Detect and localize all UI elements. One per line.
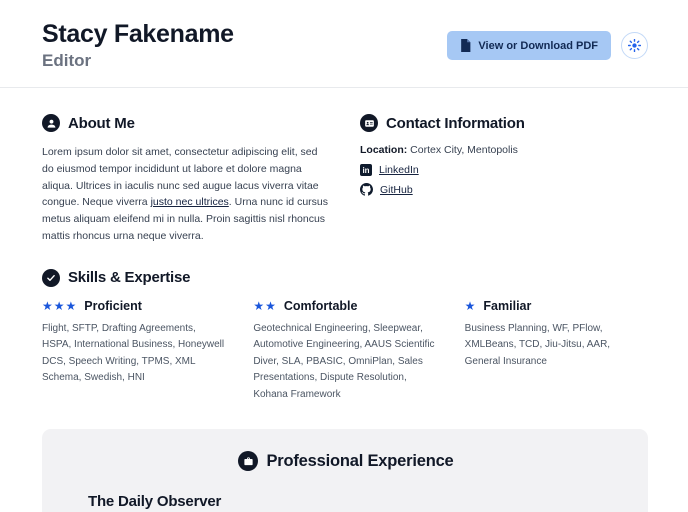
person-icon bbox=[42, 114, 60, 132]
briefcase-icon bbox=[238, 451, 259, 472]
about-section-title: About Me bbox=[42, 114, 330, 132]
skill-group-familiar: ★ Familiar Business Planning, WF, PFlow,… bbox=[465, 299, 648, 404]
about-inline-link[interactable]: justo nec ultrices bbox=[151, 196, 229, 208]
skills-grid: ★★★ Proficient Flight, SFTP, Drafting Ag… bbox=[42, 299, 648, 404]
stars-icon: ★ bbox=[464, 298, 477, 313]
location-value: Cortex City, Mentopolis bbox=[407, 144, 518, 156]
contact-section-title: Contact Information bbox=[360, 114, 648, 132]
skill-group-comfortable: ★★ Comfortable Geotechnical Engineering,… bbox=[253, 299, 436, 404]
skill-group-proficient: ★★★ Proficient Flight, SFTP, Drafting Ag… bbox=[42, 299, 225, 404]
page-title: Stacy Fakename bbox=[42, 20, 234, 48]
theme-toggle-button[interactable] bbox=[621, 32, 648, 59]
contact-card-icon bbox=[360, 114, 378, 132]
location-label: Location: bbox=[360, 144, 408, 156]
company-name: The Daily Observer bbox=[88, 493, 222, 511]
stars-icon: ★★ bbox=[253, 298, 277, 313]
experience-card: Professional Experience The Daily Observ… bbox=[42, 429, 648, 512]
page-header: Stacy Fakename Editor View or Download P… bbox=[0, 0, 688, 71]
contact-title: Contact Information bbox=[386, 114, 525, 132]
about-title: About Me bbox=[68, 114, 135, 132]
sun-icon bbox=[628, 39, 641, 52]
skill-items: Flight, SFTP, Drafting Agreements, HSPA,… bbox=[42, 322, 225, 384]
role-subtitle: Editor bbox=[42, 51, 92, 70]
main-columns: About Me Lorem ipsum dolor sit amet, con… bbox=[0, 88, 688, 245]
location-line: Location: Cortex City, Mentopolis bbox=[360, 144, 648, 156]
identity-block: Stacy Fakename Editor bbox=[42, 20, 234, 71]
skill-group-label: Proficient bbox=[84, 298, 142, 313]
linkedin-link[interactable]: LinkedIn bbox=[379, 164, 419, 176]
skill-group-head: ★ Familiar bbox=[465, 299, 648, 313]
skill-group-head: ★★ Comfortable bbox=[253, 299, 436, 313]
experience-title: Professional Experience bbox=[266, 451, 454, 470]
skills-section: Skills & Expertise ★★★ Proficient Flight… bbox=[0, 245, 688, 404]
skill-items: Business Planning, WF, PFlow, XMLBeans, … bbox=[464, 322, 611, 367]
check-icon bbox=[42, 268, 60, 287]
about-text: Lorem ipsum dolor sit amet, consectetur … bbox=[42, 144, 330, 245]
experience-section-title: Professional Experience bbox=[88, 451, 604, 472]
document-icon bbox=[460, 39, 471, 52]
skill-group-label: Comfortable bbox=[283, 298, 358, 313]
github-link[interactable]: GitHub bbox=[380, 184, 413, 196]
skills-section-title: Skills & Expertise bbox=[42, 268, 648, 287]
about-section: About Me Lorem ipsum dolor sit amet, con… bbox=[42, 114, 330, 245]
header-actions: View or Download PDF bbox=[447, 31, 648, 60]
skill-group-head: ★★★ Proficient bbox=[42, 299, 225, 313]
github-link-row: GitHub bbox=[360, 183, 648, 196]
stars-icon: ★★★ bbox=[42, 298, 78, 313]
pdf-button-label: View or Download PDF bbox=[478, 39, 598, 52]
view-download-pdf-button[interactable]: View or Download PDF bbox=[447, 31, 611, 60]
linkedin-icon: in bbox=[360, 164, 372, 176]
skills-title: Skills & Expertise bbox=[68, 269, 191, 287]
linkedin-link-row: in LinkedIn bbox=[360, 164, 648, 176]
github-icon bbox=[360, 183, 373, 196]
skill-items: Geotechnical Engineering, Sleepwear, Aut… bbox=[253, 322, 435, 400]
contact-section: Contact Information Location: Cortex Cit… bbox=[360, 114, 648, 245]
skill-group-label: Familiar bbox=[483, 298, 532, 313]
